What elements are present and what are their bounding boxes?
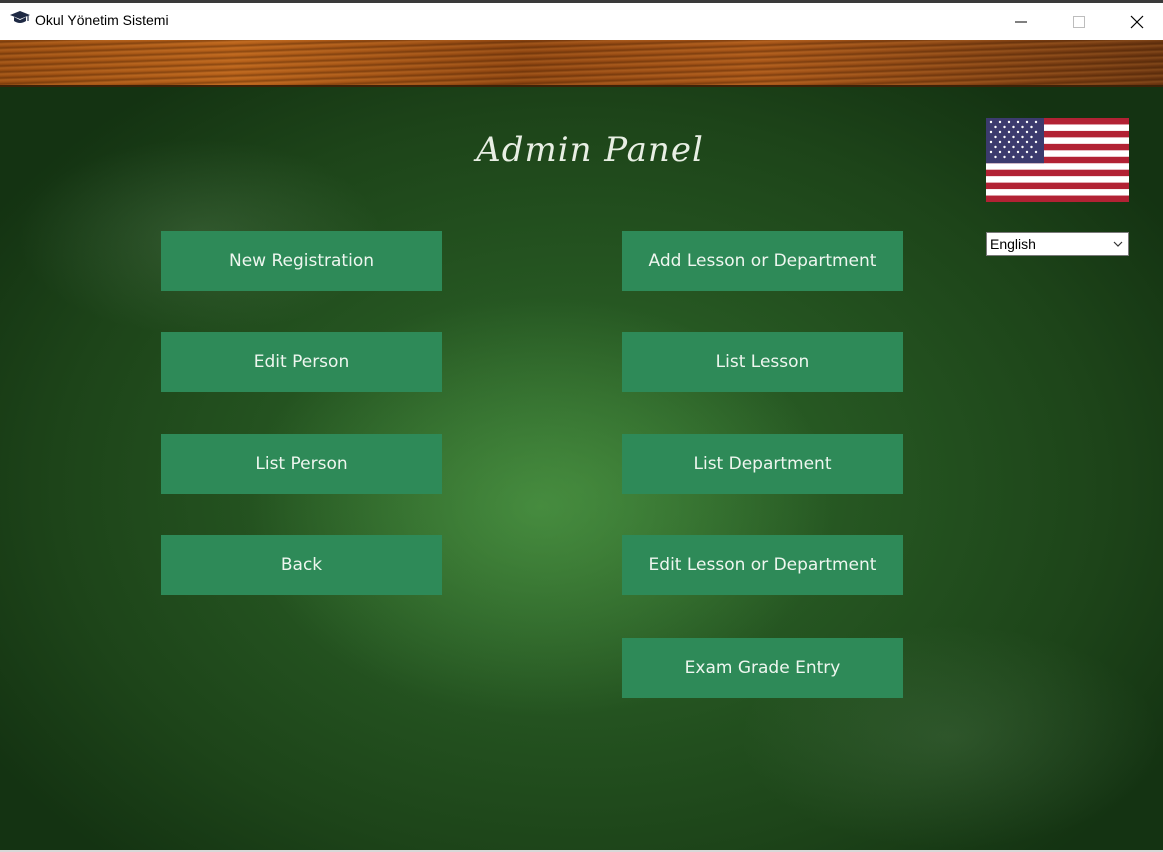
maximize-button[interactable]	[1050, 3, 1108, 40]
graduation-cap-icon	[10, 11, 30, 23]
language-select[interactable]: English	[986, 232, 1129, 256]
maximize-icon	[1073, 16, 1085, 28]
wood-header-banner	[0, 40, 1163, 87]
title-bar: Okul Yönetim Sistemi	[0, 3, 1163, 40]
new-registration-button[interactable]: New Registration	[161, 231, 442, 291]
list-department-button[interactable]: List Department	[622, 434, 903, 494]
edit-person-button[interactable]: Edit Person	[161, 332, 442, 392]
language-selected-value: English	[990, 236, 1036, 252]
back-button[interactable]: Back	[161, 535, 442, 595]
chevron-down-icon	[1113, 241, 1123, 247]
close-icon	[1130, 15, 1144, 29]
close-button[interactable]	[1108, 3, 1163, 40]
page-title: Admin Panel	[476, 130, 704, 170]
minimize-button[interactable]	[992, 3, 1050, 40]
list-person-button[interactable]: List Person	[161, 434, 442, 494]
exam-grade-entry-button[interactable]: Exam Grade Entry	[622, 638, 903, 698]
us-flag-icon	[986, 118, 1129, 202]
add-lesson-or-department-button[interactable]: Add Lesson or Department	[622, 231, 903, 291]
edit-lesson-or-department-button[interactable]: Edit Lesson or Department	[622, 535, 903, 595]
list-lesson-button[interactable]: List Lesson	[622, 332, 903, 392]
minimize-icon	[1015, 21, 1027, 23]
window-title: Okul Yönetim Sistemi	[35, 12, 169, 28]
